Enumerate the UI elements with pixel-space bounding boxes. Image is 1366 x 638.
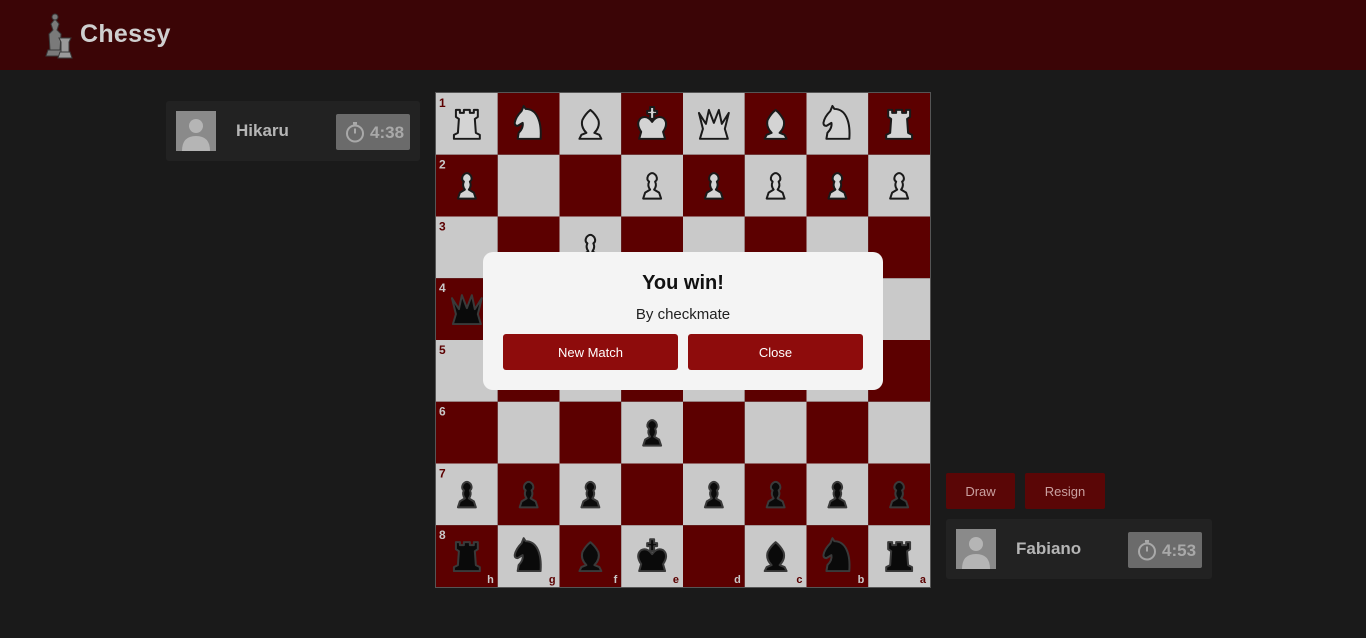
square-f6[interactable] (559, 401, 622, 464)
rank-label: 8 (439, 528, 446, 542)
white-rook-piece[interactable] (885, 108, 914, 140)
square-b6[interactable] (806, 401, 869, 464)
square-e7[interactable] (621, 463, 683, 526)
chess-pieces-logo-icon[interactable] (36, 10, 76, 60)
close-button[interactable]: Close (688, 334, 863, 370)
person-avatar-icon (176, 111, 216, 151)
resign-button[interactable]: Resign (1025, 473, 1105, 509)
stopwatch-icon (1138, 540, 1156, 561)
rank-label: 5 (439, 343, 446, 357)
rank-label: 4 (439, 281, 446, 295)
square-f2[interactable] (559, 154, 622, 217)
file-label: f (614, 574, 618, 586)
file-label: b (858, 574, 865, 586)
modal-title: You win! (642, 272, 724, 294)
app-title[interactable]: Chessy (80, 20, 171, 49)
modal-subtitle: By checkmate (635, 306, 731, 323)
new-match-button[interactable]: New Match (503, 334, 678, 370)
opponent-time: 4:38 (370, 123, 405, 142)
opponent-name: Hikaru (236, 121, 289, 140)
file-label: d (734, 574, 741, 586)
player-timer: 4:53 (1128, 532, 1202, 568)
rank-label: 7 (439, 466, 446, 480)
file-label: g (549, 574, 556, 586)
player-card: Fabiano 4:53 (946, 519, 1212, 579)
person-avatar-icon (956, 529, 996, 569)
file-label: c (796, 574, 802, 586)
square-a6[interactable] (868, 401, 930, 464)
square-g2[interactable] (497, 154, 560, 217)
black-rook-piece[interactable] (452, 541, 481, 573)
rank-label: 3 (439, 219, 446, 233)
rank-label: 1 (439, 96, 446, 110)
square-c6[interactable] (744, 401, 807, 464)
draw-button[interactable]: Draw (946, 473, 1015, 509)
player-name: Fabiano (1016, 539, 1082, 558)
opponent-card: Hikaru 4:38 (166, 101, 420, 161)
stopwatch-icon (346, 122, 364, 143)
file-label: h (487, 574, 494, 586)
opponent-timer: 4:38 (336, 114, 410, 150)
white-rook-piece[interactable] (452, 108, 481, 140)
player-time: 4:53 (1162, 541, 1197, 560)
black-rook-piece[interactable] (885, 541, 914, 573)
square-d6[interactable] (683, 401, 745, 464)
game-over-modal: You win! By checkmate New Match Close (483, 252, 883, 390)
square-g6[interactable] (497, 401, 560, 464)
rank-label: 6 (439, 405, 446, 419)
rank-label: 2 (439, 158, 446, 172)
file-label: a (920, 574, 927, 586)
app-header: Chessy (0, 0, 1366, 70)
file-label: e (673, 574, 679, 586)
